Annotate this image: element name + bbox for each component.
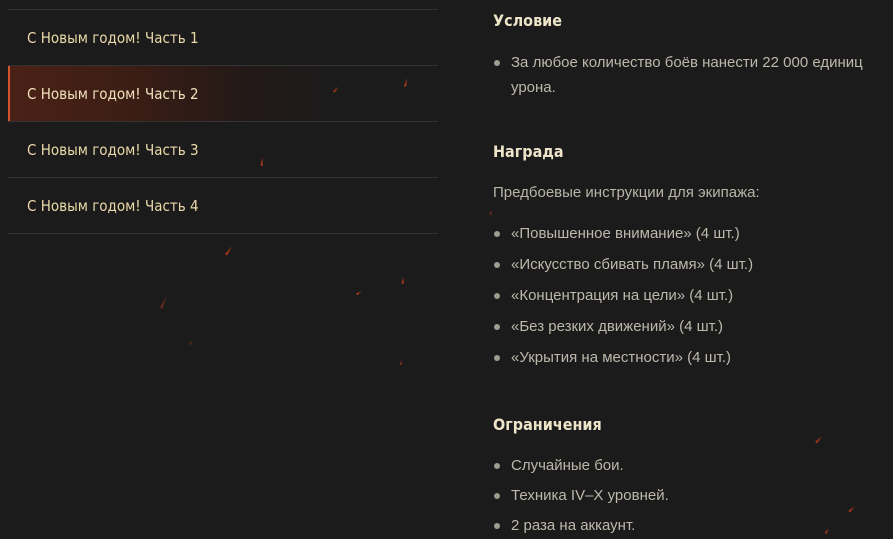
condition-list: За любое количество боёв нанести 22 000 … [493, 50, 893, 100]
menu-item-part-3[interactable]: С Новым годом! Часть 3 [8, 122, 438, 178]
reward-heading: Награда [493, 142, 564, 161]
menu-item-part-1[interactable]: С Новым годом! Часть 1 [8, 10, 438, 66]
reward-item: «Повышенное внимание» (4 шт.) [493, 221, 893, 246]
quest-part-menu: С Новым годом! Часть 1 С Новым годом! Ча… [8, 9, 438, 234]
condition-item: За любое количество боёв нанести 22 000 … [493, 50, 893, 100]
menu-item-label: С Новым годом! Часть 3 [27, 140, 199, 159]
menu-item-part-4[interactable]: С Новым годом! Часть 4 [8, 178, 438, 234]
limits-section: Ограничения Случайные бои. Техника IV–X … [493, 414, 893, 539]
condition-section: Условие За любое количество боёв нанести… [493, 10, 893, 100]
reward-list: «Повышенное внимание» (4 шт.) «Искусство… [493, 221, 893, 370]
limit-item: Техника IV–X уровней. [493, 483, 893, 508]
limit-item: Случайные бои. [493, 453, 893, 478]
limits-list: Случайные бои. Техника IV–X уровней. 2 р… [493, 453, 893, 538]
menu-item-label: С Новым годом! Часть 4 [27, 196, 199, 215]
limit-item: 2 раза на аккаунт. [493, 513, 893, 538]
reward-item: «Концентрация на цели» (4 шт.) [493, 283, 893, 308]
menu-item-label: С Новым годом! Часть 1 [27, 28, 199, 47]
limits-heading: Ограничения [493, 415, 602, 434]
ember-spark [401, 276, 405, 285]
reward-section: Награда Предбоевые инструкции для экипаж… [493, 141, 893, 376]
reward-item: «Искусство сбивать пламя» (4 шт.) [493, 252, 893, 277]
reward-item: «Без резких движений» (4 шт.) [493, 314, 893, 339]
ember-spark [355, 290, 363, 296]
ember-spark [188, 339, 194, 346]
reward-intro: Предбоевые инструкции для экипажа: [493, 184, 760, 201]
menu-item-label: С Новым годом! Часть 2 [27, 84, 199, 103]
quest-page: С Новым годом! Часть 1 С Новым годом! Ча… [0, 0, 893, 539]
ember-spark [225, 245, 233, 256]
reward-item: «Укрытия на местности» (4 шт.) [493, 345, 893, 370]
menu-item-part-2[interactable]: С Новым годом! Часть 2 [8, 66, 438, 122]
ember-spark [400, 360, 402, 365]
condition-heading: Условие [493, 11, 563, 30]
quest-details: Условие За любое количество боёв нанести… [493, 10, 893, 534]
ember-spark [160, 295, 168, 309]
